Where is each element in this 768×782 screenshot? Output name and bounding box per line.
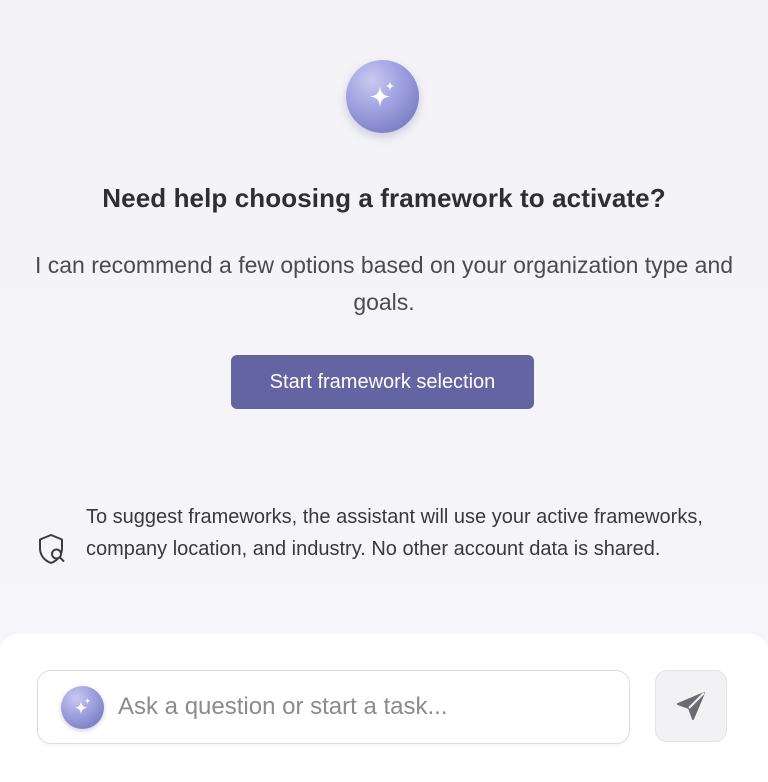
hero-title: Need help choosing a framework to activa… [102, 183, 666, 213]
send-icon [677, 692, 705, 720]
sparkle-icon [61, 686, 104, 729]
chat-input[interactable] [118, 689, 608, 725]
sparkle-icon [346, 60, 419, 133]
assistant-panel: Need help choosing a framework to activa… [0, 0, 768, 782]
shield-search-icon [37, 533, 67, 565]
composer [0, 634, 768, 782]
privacy-notice-text: To suggest frameworks, the assistant wil… [86, 506, 703, 560]
start-framework-selection-button[interactable]: Start framework selection [231, 355, 534, 409]
hero-description: I can recommend a few options based on y… [34, 252, 734, 315]
chat-input-container[interactable] [37, 670, 630, 744]
send-button[interactable] [655, 670, 727, 742]
